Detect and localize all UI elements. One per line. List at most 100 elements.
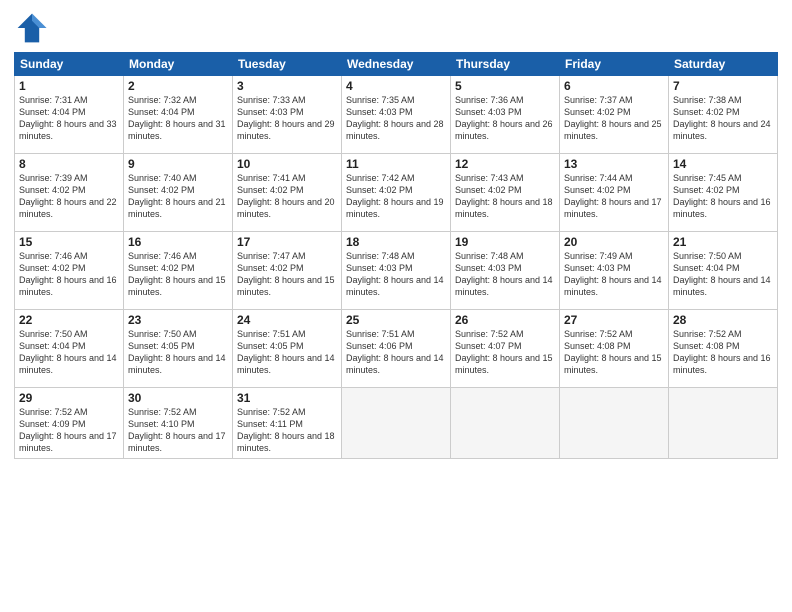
logo-icon <box>14 10 50 46</box>
day-info: Sunrise: 7:46 AMSunset: 4:02 PMDaylight:… <box>128 250 228 299</box>
day-number: 28 <box>673 313 773 327</box>
calendar-cell: 18Sunrise: 7:48 AMSunset: 4:03 PMDayligh… <box>342 232 451 310</box>
weekday-header-wednesday: Wednesday <box>342 53 451 76</box>
day-info: Sunrise: 7:51 AMSunset: 4:05 PMDaylight:… <box>237 328 337 377</box>
weekday-header-row: SundayMondayTuesdayWednesdayThursdayFrid… <box>15 53 778 76</box>
day-number: 30 <box>128 391 228 405</box>
day-info: Sunrise: 7:40 AMSunset: 4:02 PMDaylight:… <box>128 172 228 221</box>
calendar-cell: 27Sunrise: 7:52 AMSunset: 4:08 PMDayligh… <box>560 310 669 388</box>
calendar-cell: 28Sunrise: 7:52 AMSunset: 4:08 PMDayligh… <box>669 310 778 388</box>
calendar-cell: 30Sunrise: 7:52 AMSunset: 4:10 PMDayligh… <box>124 388 233 459</box>
day-info: Sunrise: 7:50 AMSunset: 4:05 PMDaylight:… <box>128 328 228 377</box>
day-info: Sunrise: 7:52 AMSunset: 4:08 PMDaylight:… <box>673 328 773 377</box>
calendar: SundayMondayTuesdayWednesdayThursdayFrid… <box>14 52 778 459</box>
day-info: Sunrise: 7:50 AMSunset: 4:04 PMDaylight:… <box>673 250 773 299</box>
calendar-cell: 10Sunrise: 7:41 AMSunset: 4:02 PMDayligh… <box>233 154 342 232</box>
day-info: Sunrise: 7:36 AMSunset: 4:03 PMDaylight:… <box>455 94 555 143</box>
day-number: 2 <box>128 79 228 93</box>
day-number: 1 <box>19 79 119 93</box>
calendar-cell: 16Sunrise: 7:46 AMSunset: 4:02 PMDayligh… <box>124 232 233 310</box>
calendar-cell: 2Sunrise: 7:32 AMSunset: 4:04 PMDaylight… <box>124 76 233 154</box>
calendar-cell: 11Sunrise: 7:42 AMSunset: 4:02 PMDayligh… <box>342 154 451 232</box>
day-number: 8 <box>19 157 119 171</box>
calendar-cell: 15Sunrise: 7:46 AMSunset: 4:02 PMDayligh… <box>15 232 124 310</box>
day-info: Sunrise: 7:48 AMSunset: 4:03 PMDaylight:… <box>455 250 555 299</box>
calendar-cell: 13Sunrise: 7:44 AMSunset: 4:02 PMDayligh… <box>560 154 669 232</box>
day-number: 11 <box>346 157 446 171</box>
calendar-cell: 23Sunrise: 7:50 AMSunset: 4:05 PMDayligh… <box>124 310 233 388</box>
day-number: 31 <box>237 391 337 405</box>
day-info: Sunrise: 7:41 AMSunset: 4:02 PMDaylight:… <box>237 172 337 221</box>
calendar-cell <box>342 388 451 459</box>
day-number: 7 <box>673 79 773 93</box>
weekday-header-tuesday: Tuesday <box>233 53 342 76</box>
day-info: Sunrise: 7:52 AMSunset: 4:10 PMDaylight:… <box>128 406 228 455</box>
weekday-header-sunday: Sunday <box>15 53 124 76</box>
day-info: Sunrise: 7:44 AMSunset: 4:02 PMDaylight:… <box>564 172 664 221</box>
day-number: 13 <box>564 157 664 171</box>
day-number: 18 <box>346 235 446 249</box>
calendar-cell: 14Sunrise: 7:45 AMSunset: 4:02 PMDayligh… <box>669 154 778 232</box>
day-number: 10 <box>237 157 337 171</box>
day-number: 9 <box>128 157 228 171</box>
day-info: Sunrise: 7:48 AMSunset: 4:03 PMDaylight:… <box>346 250 446 299</box>
day-number: 21 <box>673 235 773 249</box>
week-row-5: 29Sunrise: 7:52 AMSunset: 4:09 PMDayligh… <box>15 388 778 459</box>
calendar-cell: 22Sunrise: 7:50 AMSunset: 4:04 PMDayligh… <box>15 310 124 388</box>
calendar-cell: 24Sunrise: 7:51 AMSunset: 4:05 PMDayligh… <box>233 310 342 388</box>
day-info: Sunrise: 7:39 AMSunset: 4:02 PMDaylight:… <box>19 172 119 221</box>
calendar-cell: 6Sunrise: 7:37 AMSunset: 4:02 PMDaylight… <box>560 76 669 154</box>
day-number: 17 <box>237 235 337 249</box>
day-info: Sunrise: 7:42 AMSunset: 4:02 PMDaylight:… <box>346 172 446 221</box>
day-number: 23 <box>128 313 228 327</box>
page: SundayMondayTuesdayWednesdayThursdayFrid… <box>0 0 792 612</box>
week-row-4: 22Sunrise: 7:50 AMSunset: 4:04 PMDayligh… <box>15 310 778 388</box>
day-info: Sunrise: 7:52 AMSunset: 4:11 PMDaylight:… <box>237 406 337 455</box>
day-number: 19 <box>455 235 555 249</box>
day-info: Sunrise: 7:31 AMSunset: 4:04 PMDaylight:… <box>19 94 119 143</box>
day-info: Sunrise: 7:52 AMSunset: 4:09 PMDaylight:… <box>19 406 119 455</box>
week-row-2: 8Sunrise: 7:39 AMSunset: 4:02 PMDaylight… <box>15 154 778 232</box>
week-row-1: 1Sunrise: 7:31 AMSunset: 4:04 PMDaylight… <box>15 76 778 154</box>
day-info: Sunrise: 7:51 AMSunset: 4:06 PMDaylight:… <box>346 328 446 377</box>
day-number: 29 <box>19 391 119 405</box>
day-info: Sunrise: 7:37 AMSunset: 4:02 PMDaylight:… <box>564 94 664 143</box>
weekday-header-saturday: Saturday <box>669 53 778 76</box>
day-number: 12 <box>455 157 555 171</box>
week-row-3: 15Sunrise: 7:46 AMSunset: 4:02 PMDayligh… <box>15 232 778 310</box>
day-number: 24 <box>237 313 337 327</box>
calendar-cell <box>451 388 560 459</box>
day-info: Sunrise: 7:52 AMSunset: 4:07 PMDaylight:… <box>455 328 555 377</box>
day-number: 14 <box>673 157 773 171</box>
day-number: 27 <box>564 313 664 327</box>
day-info: Sunrise: 7:52 AMSunset: 4:08 PMDaylight:… <box>564 328 664 377</box>
calendar-cell: 7Sunrise: 7:38 AMSunset: 4:02 PMDaylight… <box>669 76 778 154</box>
weekday-header-thursday: Thursday <box>451 53 560 76</box>
weekday-header-friday: Friday <box>560 53 669 76</box>
day-info: Sunrise: 7:32 AMSunset: 4:04 PMDaylight:… <box>128 94 228 143</box>
calendar-cell: 8Sunrise: 7:39 AMSunset: 4:02 PMDaylight… <box>15 154 124 232</box>
header <box>14 10 778 46</box>
day-number: 4 <box>346 79 446 93</box>
calendar-cell: 1Sunrise: 7:31 AMSunset: 4:04 PMDaylight… <box>15 76 124 154</box>
day-number: 20 <box>564 235 664 249</box>
calendar-cell: 3Sunrise: 7:33 AMSunset: 4:03 PMDaylight… <box>233 76 342 154</box>
weekday-header-monday: Monday <box>124 53 233 76</box>
day-info: Sunrise: 7:38 AMSunset: 4:02 PMDaylight:… <box>673 94 773 143</box>
calendar-cell <box>560 388 669 459</box>
day-number: 15 <box>19 235 119 249</box>
calendar-cell: 19Sunrise: 7:48 AMSunset: 4:03 PMDayligh… <box>451 232 560 310</box>
day-number: 6 <box>564 79 664 93</box>
day-info: Sunrise: 7:35 AMSunset: 4:03 PMDaylight:… <box>346 94 446 143</box>
day-info: Sunrise: 7:43 AMSunset: 4:02 PMDaylight:… <box>455 172 555 221</box>
calendar-cell: 20Sunrise: 7:49 AMSunset: 4:03 PMDayligh… <box>560 232 669 310</box>
day-number: 22 <box>19 313 119 327</box>
day-number: 25 <box>346 313 446 327</box>
calendar-cell: 29Sunrise: 7:52 AMSunset: 4:09 PMDayligh… <box>15 388 124 459</box>
calendar-cell <box>669 388 778 459</box>
day-number: 26 <box>455 313 555 327</box>
day-info: Sunrise: 7:46 AMSunset: 4:02 PMDaylight:… <box>19 250 119 299</box>
day-info: Sunrise: 7:49 AMSunset: 4:03 PMDaylight:… <box>564 250 664 299</box>
calendar-cell: 31Sunrise: 7:52 AMSunset: 4:11 PMDayligh… <box>233 388 342 459</box>
day-number: 16 <box>128 235 228 249</box>
